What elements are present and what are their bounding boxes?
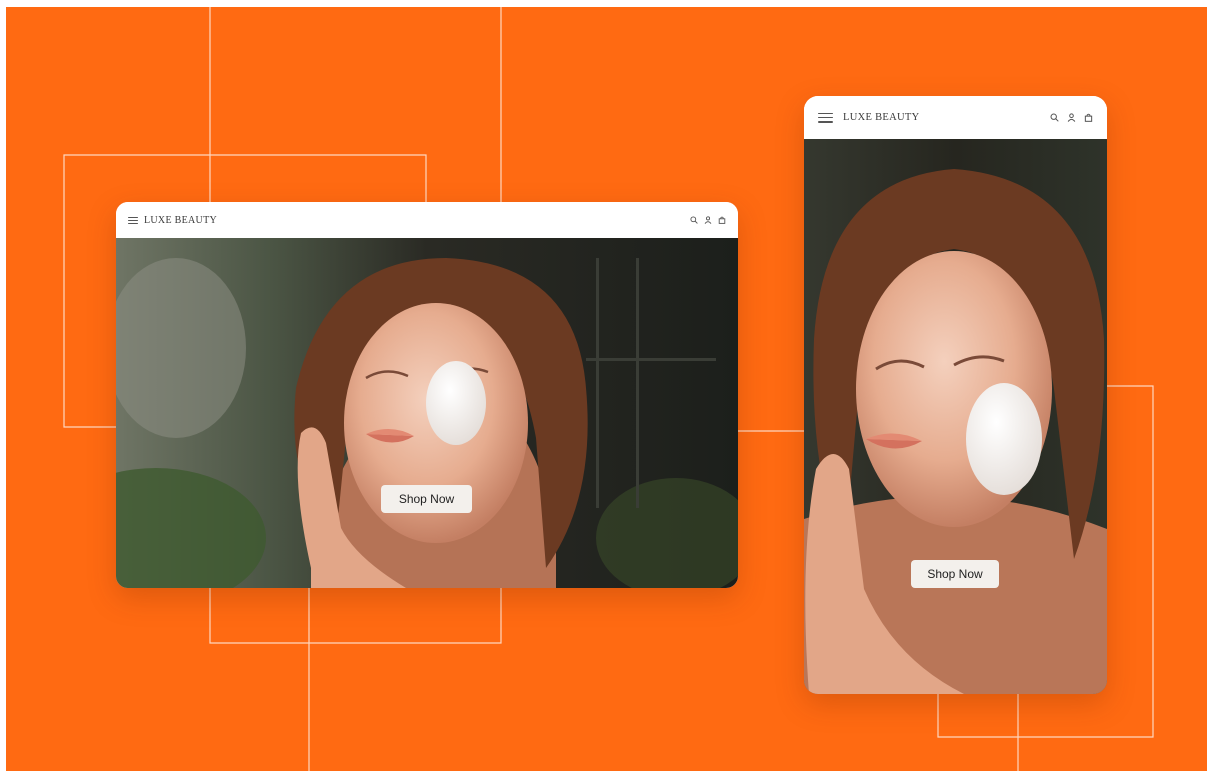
hero-photo — [116, 238, 738, 588]
search-icon[interactable] — [690, 216, 698, 224]
shop-now-button[interactable]: Shop Now — [381, 485, 472, 513]
mobile-navbar: LUXE BEAUTY — [804, 96, 1107, 139]
search-icon[interactable] — [1050, 113, 1059, 122]
nav-icons — [1050, 113, 1093, 122]
orange-backdrop: LUXE BEAUTY Shop Now LUXE BEAUTY Shop No… — [6, 7, 1207, 771]
hero-photo — [804, 139, 1107, 694]
bag-icon[interactable] — [718, 216, 726, 224]
hero-banner — [804, 139, 1107, 694]
desktop-mockup: LUXE BEAUTY Shop Now — [116, 202, 738, 588]
mobile-mockup: LUXE BEAUTY Shop Now — [804, 96, 1107, 694]
brand-logo[interactable]: LUXE BEAUTY — [843, 112, 920, 123]
menu-icon[interactable] — [818, 112, 833, 123]
hero-banner — [116, 238, 738, 588]
user-icon[interactable] — [1067, 113, 1076, 122]
shop-now-button[interactable]: Shop Now — [911, 560, 999, 588]
menu-icon[interactable] — [128, 216, 138, 224]
nav-icons — [690, 216, 726, 224]
user-icon[interactable] — [704, 216, 712, 224]
desktop-navbar: LUXE BEAUTY — [116, 202, 738, 238]
bag-icon[interactable] — [1084, 113, 1093, 122]
brand-logo[interactable]: LUXE BEAUTY — [144, 215, 217, 226]
